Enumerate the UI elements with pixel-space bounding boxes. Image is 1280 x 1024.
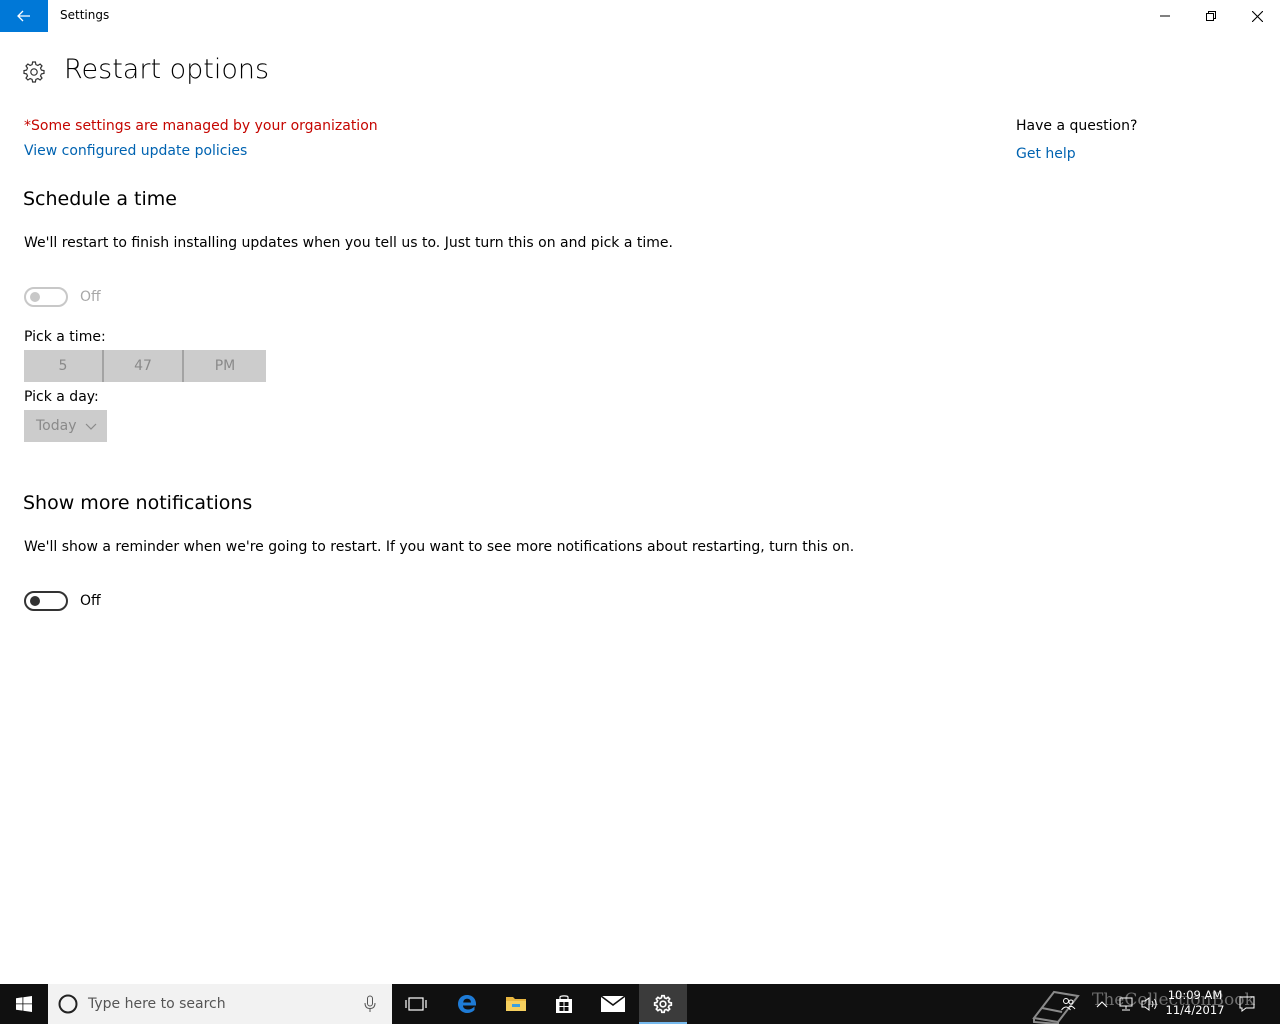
notifications-heading: Show more notifications <box>23 492 253 514</box>
get-help-link[interactable]: Get help <box>1016 146 1076 162</box>
help-question: Have a question? <box>1016 118 1138 134</box>
schedule-heading: Schedule a time <box>23 188 177 210</box>
schedule-toggle-label: Off <box>80 289 101 305</box>
notifications-toggle[interactable] <box>24 591 68 611</box>
chevron-down-icon <box>85 423 97 430</box>
schedule-toggle[interactable] <box>24 287 68 307</box>
back-button[interactable] <box>0 0 48 32</box>
show-hidden-icons-button[interactable] <box>1094 984 1110 1024</box>
mail-icon <box>601 996 625 1012</box>
store-button[interactable] <box>540 984 588 1024</box>
gear-icon <box>653 994 673 1014</box>
toggle-knob <box>30 596 40 606</box>
page-title: Restart options <box>64 54 270 85</box>
search-box[interactable]: Type here to search <box>48 984 392 1024</box>
task-view-button[interactable] <box>392 984 440 1024</box>
search-placeholder: Type here to search <box>88 996 226 1012</box>
day-dropdown[interactable]: Today <box>24 410 107 442</box>
chevron-up-icon <box>1096 1001 1108 1008</box>
people-icon <box>1061 998 1076 1011</box>
ampm-field[interactable]: PM <box>184 350 266 382</box>
task-view-icon <box>405 997 427 1011</box>
settings-taskbar-button[interactable] <box>639 984 687 1024</box>
start-button[interactable] <box>0 984 48 1024</box>
file-explorer-button[interactable] <box>492 984 540 1024</box>
close-icon <box>1251 10 1263 22</box>
people-button[interactable] <box>1058 984 1078 1024</box>
restore-button[interactable] <box>1188 0 1234 32</box>
notifications-description: We'll show a reminder when we're going t… <box>24 539 855 555</box>
back-arrow-icon <box>17 10 30 22</box>
network-icon <box>1119 997 1133 1011</box>
minimize-icon <box>1160 15 1170 17</box>
cortana-icon <box>58 994 78 1014</box>
gear-icon <box>23 61 45 83</box>
restore-icon <box>1206 11 1216 21</box>
managed-by-org-note: *Some settings are managed by your organ… <box>24 118 378 134</box>
window-title: Settings <box>60 8 110 22</box>
volume-button[interactable] <box>1140 984 1162 1024</box>
action-center-button[interactable] <box>1236 984 1258 1024</box>
toggle-knob <box>30 292 40 302</box>
notifications-toggle-label: Off <box>80 593 101 609</box>
notifications-icon <box>1239 996 1255 1012</box>
minute-field[interactable]: 47 <box>104 350 184 382</box>
minimize-button[interactable] <box>1142 0 1188 32</box>
volume-icon <box>1141 997 1157 1011</box>
mail-button[interactable] <box>589 984 637 1024</box>
clock[interactable]: 10:09 AM 11/4/2017 <box>1162 988 1228 1018</box>
folder-icon <box>506 997 526 1011</box>
clock-time: 10:09 AM <box>1167 988 1223 1002</box>
pick-day-label: Pick a day: <box>24 389 99 405</box>
day-dropdown-value: Today <box>36 418 77 434</box>
hour-field[interactable]: 5 <box>24 350 104 382</box>
microphone-icon[interactable] <box>364 995 376 1013</box>
title-bar: Settings <box>0 0 1280 32</box>
edge-button[interactable] <box>443 984 491 1024</box>
windows-logo-icon <box>16 996 32 1012</box>
store-icon <box>556 995 572 1013</box>
time-picker[interactable]: 5 47 PM <box>24 350 266 382</box>
clock-date: 11/4/2017 <box>1165 1003 1225 1017</box>
pick-time-label: Pick a time: <box>24 329 106 345</box>
network-button[interactable] <box>1116 984 1136 1024</box>
close-button[interactable] <box>1234 0 1280 32</box>
schedule-description: We'll restart to finish installing updat… <box>24 235 673 251</box>
edge-icon <box>458 995 477 1013</box>
view-policies-link[interactable]: View configured update policies <box>24 143 247 159</box>
